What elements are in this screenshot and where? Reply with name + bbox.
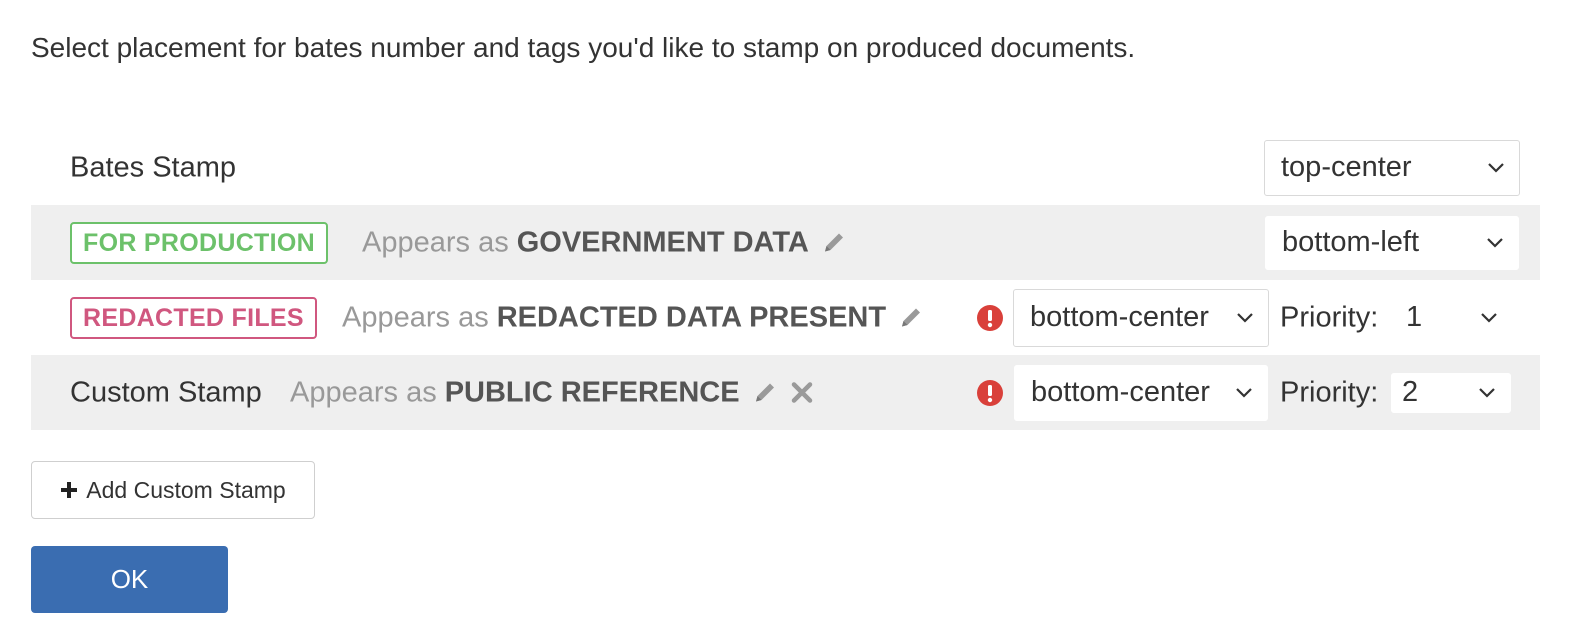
instructions-text: Select placement for bates number and ta… xyxy=(31,32,1136,63)
exclamation-circle-icon xyxy=(976,379,1004,407)
chevron-down-icon xyxy=(1486,237,1504,249)
appears-as-prefix: Appears as xyxy=(342,301,489,333)
for-production-row: FOR PRODUCTION Appears as GOVERNMENT DAT… xyxy=(31,205,1540,280)
appears-as-value: GOVERNMENT DATA xyxy=(516,226,809,258)
bates-placement-value: top-center xyxy=(1281,151,1412,183)
add-custom-stamp-button[interactable]: Add Custom Stamp xyxy=(31,461,315,519)
bates-placement-select[interactable]: top-center xyxy=(1264,139,1520,196)
stamp-table: Bates Stamp top-center FOR PRODUCTION Ap… xyxy=(31,130,1540,430)
redacted-placement-select[interactable]: bottom-center xyxy=(1013,288,1269,347)
ok-button[interactable]: OK xyxy=(31,546,228,613)
redacted-files-tag: REDACTED FILES xyxy=(70,296,317,339)
plus-icon xyxy=(60,481,78,499)
appears-as-value: REDACTED DATA PRESENT xyxy=(496,301,887,333)
chevron-down-icon xyxy=(1478,387,1496,399)
add-custom-stamp-label: Add Custom Stamp xyxy=(86,476,286,503)
custom-priority-select[interactable]: 2 xyxy=(1391,372,1511,413)
redacted-priority-select[interactable]: 1 xyxy=(1391,290,1513,345)
pencil-icon[interactable] xyxy=(898,305,924,331)
redacted-placement-value: bottom-center xyxy=(1030,301,1209,333)
priority-label: Priority: xyxy=(1280,301,1379,333)
chevron-down-icon xyxy=(1235,387,1253,399)
appears-as-text: Appears as GOVERNMENT DATA xyxy=(362,226,847,259)
chevron-down-icon xyxy=(1236,312,1254,324)
redacted-files-row: REDACTED FILES Appears as REDACTED DATA … xyxy=(31,280,1540,355)
custom-placement-value: bottom-center xyxy=(1031,376,1210,408)
appears-as-text: Appears as REDACTED DATA PRESENT xyxy=(342,301,924,334)
appears-as-prefix: Appears as xyxy=(290,376,437,408)
custom-stamp-row: Custom Stamp Appears as PUBLIC REFERENCE… xyxy=(31,355,1540,430)
redacted-priority-value: 1 xyxy=(1406,301,1423,333)
custom-priority-value: 2 xyxy=(1402,376,1419,408)
for-production-placement-select[interactable]: bottom-left xyxy=(1265,215,1519,270)
pencil-icon[interactable] xyxy=(752,380,778,406)
exclamation-circle-icon xyxy=(976,304,1004,332)
bates-stamp-row: Bates Stamp top-center xyxy=(31,130,1540,205)
appears-as-text: Appears as PUBLIC REFERENCE xyxy=(290,376,814,409)
chevron-down-icon xyxy=(1480,312,1498,324)
custom-placement-select[interactable]: bottom-center xyxy=(1014,364,1268,421)
for-production-placement-value: bottom-left xyxy=(1282,226,1419,258)
bates-stamp-label: Bates Stamp xyxy=(70,151,237,183)
appears-as-value: PUBLIC REFERENCE xyxy=(444,376,740,408)
priority-label: Priority: xyxy=(1280,376,1379,408)
appears-as-prefix: Appears as xyxy=(362,226,509,258)
chevron-down-icon xyxy=(1487,162,1505,174)
remove-icon[interactable] xyxy=(790,381,814,405)
pencil-icon[interactable] xyxy=(821,230,847,256)
custom-stamp-label: Custom Stamp xyxy=(70,376,262,408)
for-production-tag: FOR PRODUCTION xyxy=(70,221,328,264)
